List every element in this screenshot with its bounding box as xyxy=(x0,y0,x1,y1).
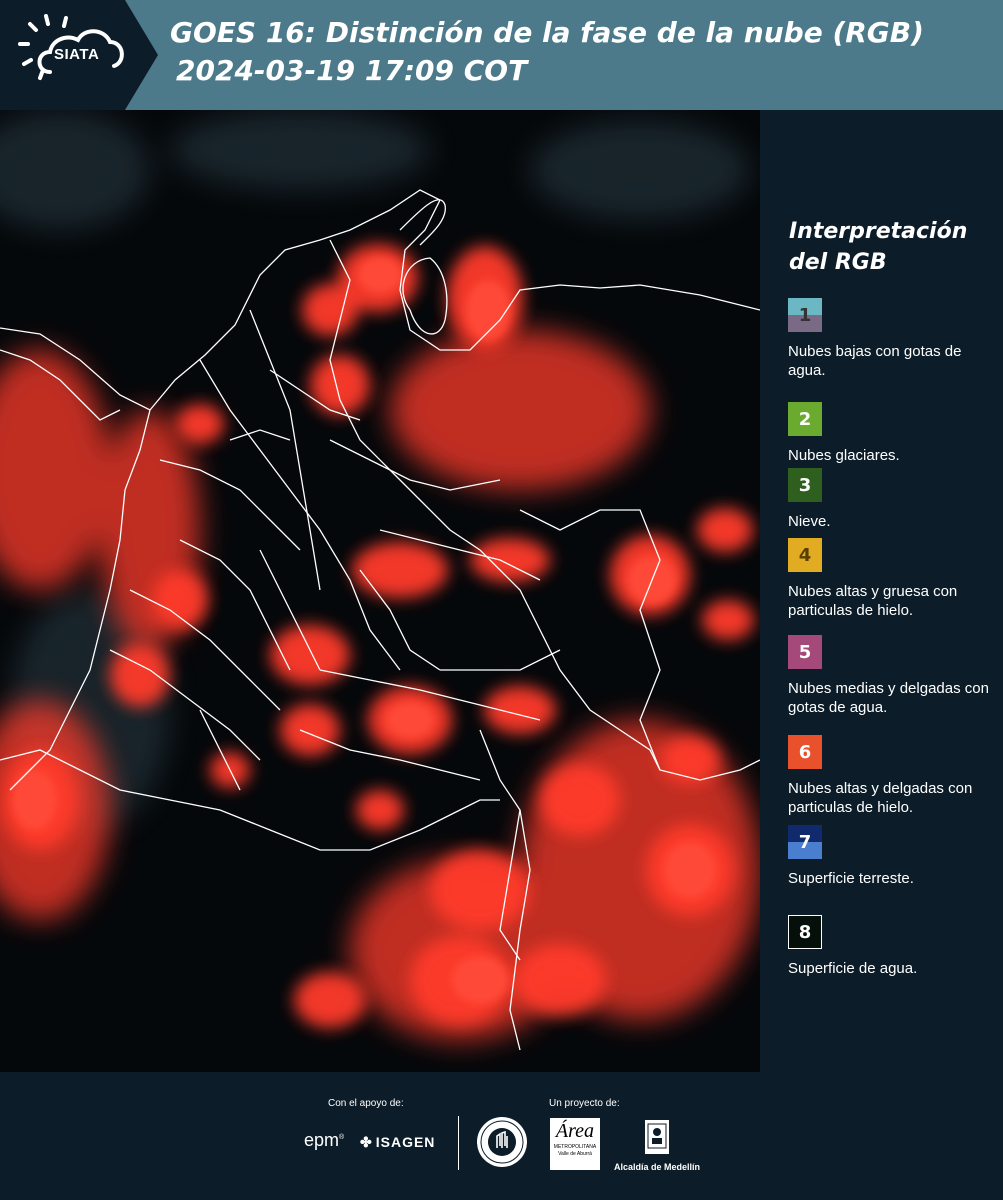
satellite-image xyxy=(0,110,760,1072)
legend-swatch-number: 5 xyxy=(798,641,812,663)
coat-of-arms-icon xyxy=(645,1120,669,1154)
legend-title-line-2: del RGB xyxy=(789,250,887,275)
legend-swatch-number: 2 xyxy=(798,408,812,430)
project-label: Un proyecto de: xyxy=(549,1098,620,1109)
area-logo-text: Área xyxy=(555,1120,595,1142)
header: SIATA GOES 16: Distinción de la fase de … xyxy=(0,0,1003,110)
page-title: GOES 16: Distinción de la fase de la nub… xyxy=(170,14,990,90)
isagen-mark-icon: ✤ xyxy=(360,1134,373,1150)
satellite-map xyxy=(0,110,760,1072)
legend-swatch-number: 3 xyxy=(798,474,812,496)
legend-item-label: Nubes bajas con gotas de agua. xyxy=(788,343,962,379)
legend-item-label: Nieve. xyxy=(788,513,831,530)
legend-swatch-number: 8 xyxy=(798,921,812,943)
legend-title-line-1: Interpretación xyxy=(789,219,968,244)
government-seal-icon xyxy=(476,1116,528,1172)
legend-item-label: Nubes altas y gruesa con particulas de h… xyxy=(788,583,958,619)
legend-item-label: Nubes medias y delgadas con gotas de agu… xyxy=(788,680,989,716)
legend-swatch: 6 xyxy=(788,735,822,769)
epm-logo: epm® xyxy=(304,1130,345,1150)
alcaldia-medellin-logo: Alcaldía de Medellín xyxy=(612,1118,702,1172)
title-line-1: GOES 16: Distinción de la fase de la nub… xyxy=(170,16,924,49)
legend-swatch: 5 xyxy=(788,635,822,669)
legend-swatch: 1 xyxy=(788,298,822,332)
medellin-logo-text: Alcaldía de Medellín xyxy=(613,1162,701,1172)
siata-logo-text: SIATA xyxy=(54,46,100,63)
legend-swatch: 7 xyxy=(788,825,822,859)
isagen-logo-text: ISAGEN xyxy=(375,1134,436,1150)
area-metropolitana-logo: Área METROPOLITANA Valle de Aburrá xyxy=(550,1118,600,1170)
area-logo-subtext: METROPOLITANA Valle de Aburrá xyxy=(553,1144,597,1157)
support-label: Con el apoyo de: xyxy=(328,1098,404,1109)
isagen-logo: ✤ ISAGEN xyxy=(360,1134,435,1151)
legend-swatch: 4 xyxy=(788,538,822,572)
footer: Con el apoyo de: epm® ✤ ISAGEN Un proyect… xyxy=(0,1072,1003,1200)
epm-logo-text: epm xyxy=(304,1130,340,1150)
legend-swatch: 8 xyxy=(788,915,822,949)
footer-divider xyxy=(458,1116,459,1170)
title-line-2: 2024-03-19 17:09 COT xyxy=(176,54,528,87)
legend-swatch-number: 6 xyxy=(798,741,812,763)
siata-logo: SIATA xyxy=(0,0,160,110)
legend-item-label: Superficie terreste. xyxy=(788,870,914,887)
legend-item-label: Superficie de agua. xyxy=(788,960,918,977)
legend-swatch: 2 xyxy=(788,402,822,436)
legend-swatch-number: 4 xyxy=(798,544,812,566)
legend-item-label: Nubes glaciares. xyxy=(788,447,900,464)
legend-swatch: 3 xyxy=(788,468,822,502)
legend-title: Interpretación del RGB xyxy=(789,216,989,278)
legend-panel: Interpretación del RGB 1 Nubes bajas con … xyxy=(760,110,1003,1072)
legend-item-label: Nubes altas y delgadas con particulas de… xyxy=(788,780,973,816)
legend-swatch-number: 7 xyxy=(798,831,812,853)
legend-swatch-number: 1 xyxy=(798,304,812,326)
